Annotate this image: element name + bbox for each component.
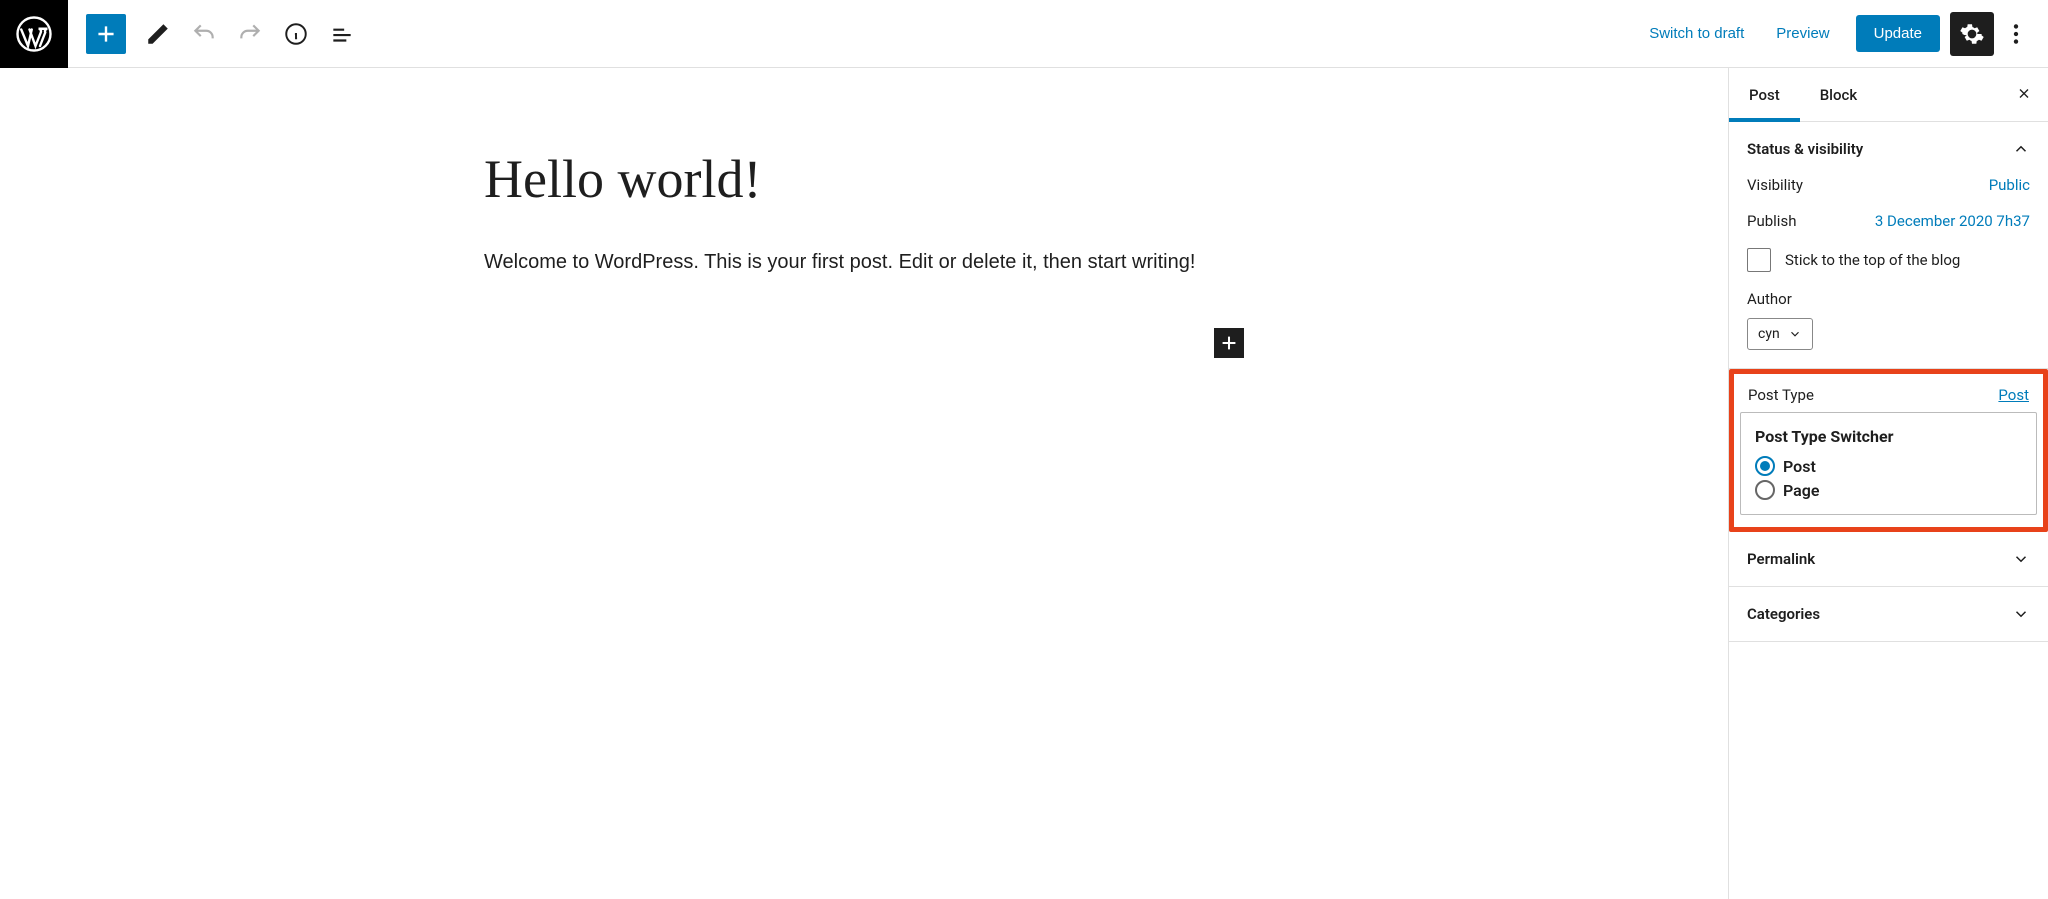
settings-button[interactable] (1950, 12, 1994, 56)
chevron-down-icon (2012, 550, 2030, 568)
post-type-switcher-popover: Post Type Switcher Post Page (1740, 412, 2037, 515)
post-type-heading: Post Type (1748, 386, 1814, 404)
author-label: Author (1747, 290, 2030, 308)
tab-post[interactable]: Post (1729, 68, 1800, 122)
publish-value[interactable]: 3 December 2020 7h37 (1875, 212, 2030, 230)
option-page-label: Page (1783, 481, 1819, 500)
status-visibility-title: Status & visibility (1747, 140, 1863, 158)
post-type-link[interactable]: Post (1998, 386, 2029, 404)
stick-to-top-row[interactable]: Stick to the top of the blog (1747, 248, 2030, 272)
visibility-value[interactable]: Public (1989, 176, 2030, 194)
option-post-label: Post (1783, 457, 1816, 476)
post-type-switcher-title: Post Type Switcher (1755, 427, 2022, 446)
categories-panel: Categories (1729, 587, 2048, 642)
info-button[interactable] (274, 12, 318, 56)
more-options-button[interactable] (1994, 12, 2038, 56)
add-block-button[interactable] (86, 14, 126, 54)
outline-button[interactable] (320, 12, 364, 56)
publish-label: Publish (1747, 212, 1796, 230)
visibility-label: Visibility (1747, 176, 1803, 194)
edit-mode-button[interactable] (136, 12, 180, 56)
permalink-panel: Permalink (1729, 532, 2048, 587)
redo-button[interactable] (228, 12, 272, 56)
status-visibility-panel: Status & visibility Visibility Public Pu… (1729, 122, 2048, 369)
update-button[interactable]: Update (1856, 15, 1940, 52)
close-sidebar-button[interactable] (2008, 77, 2040, 112)
chevron-up-icon (2012, 140, 2030, 158)
chevron-down-icon (1788, 327, 1802, 341)
top-toolbar: Switch to draft Preview Update (0, 0, 2048, 68)
post-type-option-post[interactable]: Post (1755, 456, 2022, 476)
categories-toggle[interactable]: Categories (1729, 587, 2048, 641)
switch-to-draft-button[interactable]: Switch to draft (1633, 15, 1760, 52)
author-value: cyn (1758, 326, 1780, 342)
radio-icon-unselected (1755, 480, 1775, 500)
permalink-title: Permalink (1747, 550, 1815, 568)
wordpress-logo[interactable] (0, 0, 68, 68)
post-title[interactable]: Hello world! (484, 148, 1244, 210)
post-body-paragraph[interactable]: Welcome to WordPress. This is your first… (484, 246, 1244, 278)
post-type-option-page[interactable]: Page (1755, 480, 2022, 500)
inline-add-block-button[interactable] (1214, 328, 1244, 358)
preview-button[interactable]: Preview (1760, 15, 1845, 52)
chevron-down-icon (2012, 605, 2030, 623)
radio-icon-selected (1755, 456, 1775, 476)
categories-title: Categories (1747, 605, 1820, 623)
tab-block[interactable]: Block (1800, 68, 1877, 122)
permalink-toggle[interactable]: Permalink (1729, 532, 2048, 586)
undo-button[interactable] (182, 12, 226, 56)
author-select[interactable]: cyn (1747, 318, 1813, 350)
stick-checkbox[interactable] (1747, 248, 1771, 272)
post-type-panel-highlight: Post Type Post Post Type Switcher Post P… (1729, 369, 2048, 532)
editor-canvas[interactable]: Hello world! Welcome to WordPress. This … (0, 68, 1728, 899)
settings-sidebar: Post Block Status & visibility Visibilit… (1728, 68, 2048, 899)
stick-label: Stick to the top of the blog (1785, 251, 1960, 269)
status-visibility-toggle[interactable]: Status & visibility (1729, 122, 2048, 176)
